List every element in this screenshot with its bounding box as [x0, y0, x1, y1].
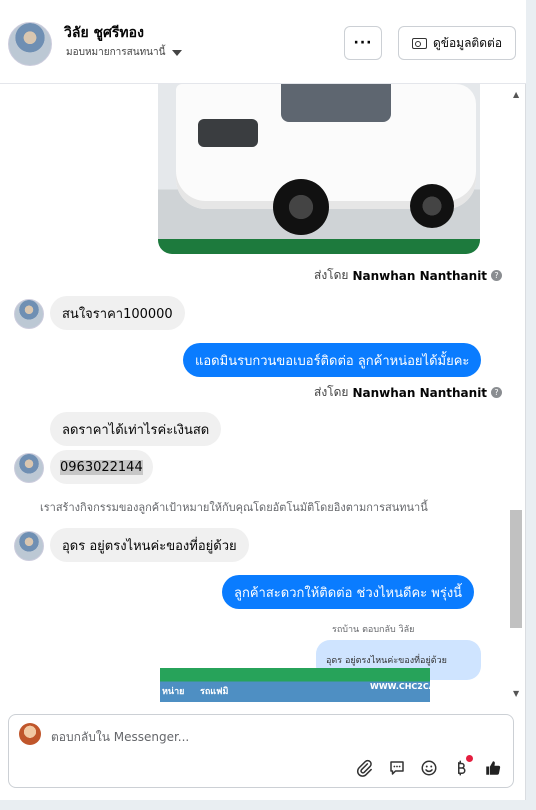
- chat-bubble-icon[interactable]: [386, 757, 408, 779]
- sent-by-prefix: ส่งโดย: [314, 385, 349, 399]
- contact-avatar-small[interactable]: [14, 531, 44, 561]
- reply-meta-label: รถบ้าน ตอบกลับ วิลัย: [332, 625, 415, 635]
- car-rear-wheel-shape: [410, 184, 454, 228]
- baht-icon[interactable]: [450, 755, 473, 779]
- smiley-icon[interactable]: [418, 757, 440, 779]
- outgoing-message[interactable]: แอดมินรบกวนขอเบอร์ติดต่อ ลูกค้าหน่อยได้ม…: [183, 343, 482, 377]
- more-options-button[interactable]: ···: [344, 26, 382, 60]
- assign-conversation-dropdown[interactable]: มอบหมายการสนทนานี้: [66, 45, 183, 60]
- info-question-icon[interactable]: ?: [491, 387, 503, 398]
- lead-activity-notice: เราสร้างกิจกรรมของลูกค้าเป้าหมายให้กับคุ…: [40, 501, 428, 514]
- contact-name[interactable]: วิลัย ชูศรีทอง: [64, 22, 144, 44]
- car-photo-banner-strip: [158, 239, 480, 254]
- incoming-phone-message[interactable]: 0963022144: [50, 450, 153, 484]
- photo-sign-text: หน่าย: [162, 687, 185, 697]
- scrollbar-thumb[interactable]: [510, 510, 522, 628]
- thumbs-up-icon[interactable]: [482, 757, 504, 779]
- incoming-message[interactable]: อุดร อยู่ตรงไหนค่ะของที่อยู่ด้วย: [50, 528, 249, 562]
- notification-dot: [466, 755, 473, 762]
- page-avatar: [19, 723, 41, 745]
- sent-by-label: ส่งโดย Nanwhan Nanthanit ?: [314, 266, 503, 285]
- contact-card-icon: [411, 37, 427, 49]
- view-contact-button[interactable]: ดูข้อมูลติดต่อ: [398, 26, 516, 60]
- dealer-photo-attachment[interactable]: หน่าย รถแฟมิ WWW.CHC2CAR: [160, 668, 430, 702]
- photo-watermark-text: WWW.CHC2CAR: [370, 682, 430, 691]
- scroll-up-arrow-icon[interactable]: ▲: [513, 90, 519, 99]
- paperclip-icon[interactable]: [353, 757, 375, 779]
- contact-avatar-small[interactable]: [14, 299, 44, 329]
- assign-label: มอบหมายการสนทนานี้: [66, 47, 166, 58]
- phone-number-text[interactable]: 0963022144: [60, 459, 143, 475]
- conversation-header: วิลัย ชูศรีทอง มอบหมายการสนทนานี้ ··· ดู…: [0, 0, 526, 84]
- sent-by-name: Nanwhan Nanthanit: [352, 268, 488, 283]
- car-grille-shape: [198, 119, 258, 147]
- contact-avatar[interactable]: [8, 22, 52, 66]
- outgoing-message[interactable]: ลูกค้าสะดวกให้ติดต่อ ช่วงไหนดีคะ พรุ่งนี…: [222, 575, 475, 609]
- messenger-panel: วิลัย ชูศรีทอง มอบหมายการสนทนานี้ ··· ดู…: [0, 0, 526, 800]
- reply-input[interactable]: [51, 727, 471, 747]
- car-window-shape: [281, 84, 391, 122]
- info-question-icon[interactable]: ?: [491, 270, 503, 281]
- sent-by-label: ส่งโดย Nanwhan Nanthanit ?: [314, 383, 503, 402]
- incoming-message[interactable]: สนใจราคา100000: [50, 296, 185, 330]
- contact-avatar-small[interactable]: [14, 453, 44, 483]
- photo-sign-text: รถแฟมิ: [200, 687, 229, 697]
- car-front-wheel-shape: [273, 179, 329, 235]
- chevron-down-icon: [172, 49, 183, 56]
- incoming-message[interactable]: ลดราคาได้เท่าไรค่ะเงินสด: [50, 412, 222, 446]
- sent-by-name: Nanwhan Nanthanit: [352, 385, 488, 400]
- view-contact-label: ดูข้อมูลติดต่อ: [432, 35, 503, 50]
- car-photo-attachment[interactable]: [158, 84, 480, 254]
- message-composer: [8, 714, 514, 788]
- scroll-down-arrow-icon[interactable]: ▼: [513, 689, 519, 698]
- sent-by-prefix: ส่งโดย: [314, 268, 349, 282]
